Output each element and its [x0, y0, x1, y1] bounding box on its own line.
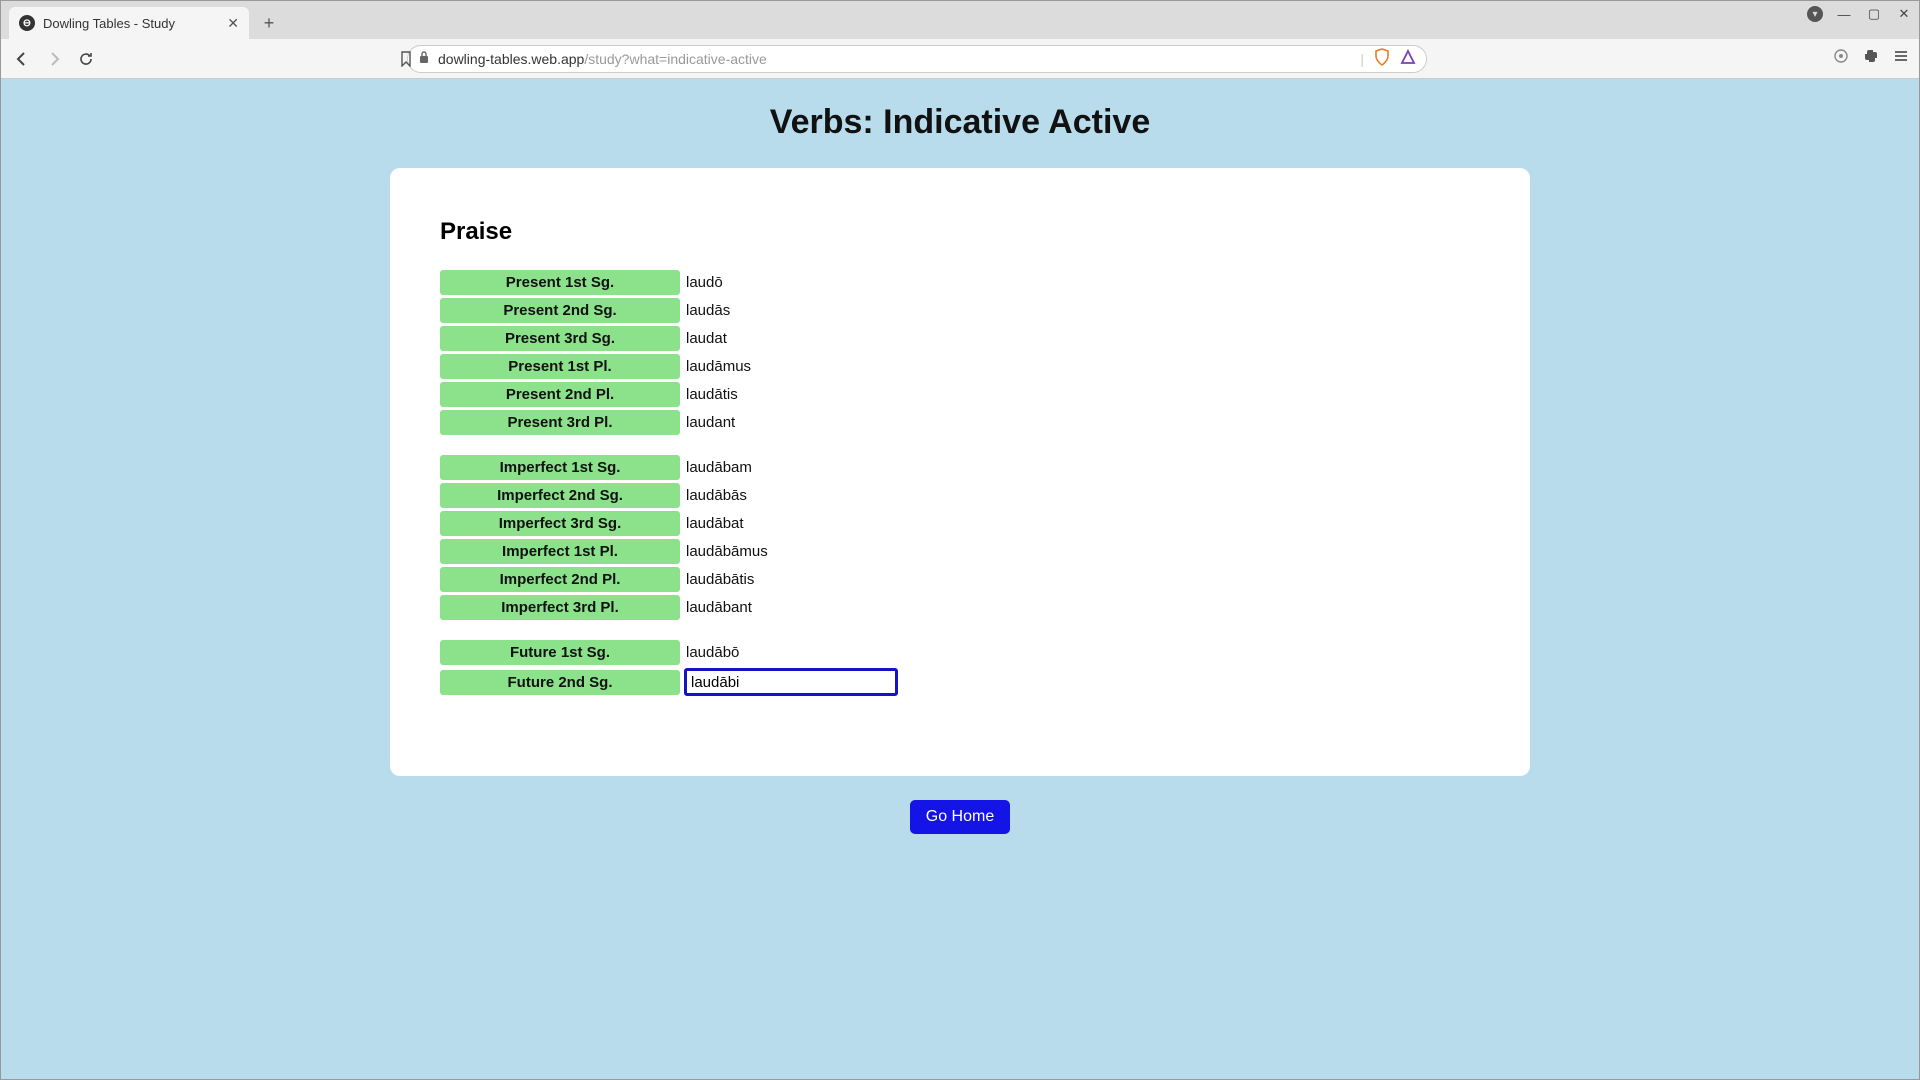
url-domain: dowling-tables.web.app	[438, 51, 584, 67]
back-icon[interactable]	[11, 48, 33, 70]
reload-icon[interactable]	[75, 48, 97, 70]
study-card: Praise Present 1st Sg.laudōPresent 2nd S…	[390, 168, 1530, 776]
row-value: laudās	[680, 302, 730, 319]
target-icon[interactable]	[1833, 48, 1849, 69]
row-label: Imperfect 2nd Sg.	[440, 483, 680, 508]
row-label: Imperfect 3rd Pl.	[440, 595, 680, 620]
row-value: laudat	[680, 330, 727, 347]
table-row: Imperfect 2nd Pl.laudābātis	[440, 567, 1480, 592]
browser-tab[interactable]: ⊖ Dowling Tables - Study ✕	[9, 7, 249, 39]
conjugation-group: Imperfect 1st Sg.laudābamImperfect 2nd S…	[440, 455, 1480, 620]
table-row: Present 3rd Pl.laudant	[440, 410, 1480, 435]
tab-bar: ⊖ Dowling Tables - Study ✕ + ▾ — ▢ ✕	[1, 1, 1919, 39]
row-label: Present 3rd Pl.	[440, 410, 680, 435]
table-row: Future 2nd Sg.	[440, 668, 1480, 696]
row-label: Imperfect 1st Sg.	[440, 455, 680, 480]
row-label: Present 1st Sg.	[440, 270, 680, 295]
table-row: Present 1st Pl.laudāmus	[440, 354, 1480, 379]
row-label: Present 3rd Sg.	[440, 326, 680, 351]
row-label: Present 2nd Pl.	[440, 382, 680, 407]
triangle-icon[interactable]	[1400, 49, 1416, 68]
row-label: Imperfect 2nd Pl.	[440, 567, 680, 592]
chevron-down-icon[interactable]: ▾	[1807, 6, 1823, 22]
table-row: Imperfect 3rd Pl.laudābant	[440, 595, 1480, 620]
conjugation-group: Present 1st Sg.laudōPresent 2nd Sg.laudā…	[440, 270, 1480, 435]
forward-icon	[43, 48, 65, 70]
address-input[interactable]: dowling-tables.web.app/study?what=indica…	[407, 45, 1427, 73]
row-label: Present 1st Pl.	[440, 354, 680, 379]
table-row: Present 2nd Sg.laudās	[440, 298, 1480, 323]
page-title: Verbs: Indicative Active	[770, 103, 1150, 142]
card-heading: Praise	[440, 218, 1480, 246]
extensions-icon[interactable]	[1863, 48, 1879, 69]
table-row: Present 3rd Sg.laudat	[440, 326, 1480, 351]
menu-icon[interactable]	[1893, 48, 1909, 69]
row-value: laudāmus	[680, 358, 751, 375]
row-value: laudābant	[680, 599, 752, 616]
table-row: Imperfect 3rd Sg.laudābat	[440, 511, 1480, 536]
table-row: Imperfect 1st Sg.laudābam	[440, 455, 1480, 480]
page-content: Verbs: Indicative Active Praise Present …	[1, 79, 1919, 1079]
window-close-icon[interactable]: ✕	[1895, 5, 1913, 23]
row-value: laudābam	[680, 459, 752, 476]
row-value: laudant	[680, 414, 735, 431]
row-label: Future 2nd Sg.	[440, 670, 680, 695]
new-tab-button[interactable]: +	[255, 9, 283, 37]
address-bar: dowling-tables.web.app/study?what=indica…	[1, 39, 1919, 79]
row-label: Present 2nd Sg.	[440, 298, 680, 323]
row-label: Imperfect 3rd Sg.	[440, 511, 680, 536]
table-row: Present 2nd Pl.laudātis	[440, 382, 1480, 407]
bookmark-icon[interactable]	[395, 48, 417, 70]
row-label: Imperfect 1st Pl.	[440, 539, 680, 564]
table-row: Present 1st Sg.laudō	[440, 270, 1480, 295]
table-row: Imperfect 1st Pl.laudābāmus	[440, 539, 1480, 564]
row-value: laudābātis	[680, 571, 754, 588]
maximize-icon[interactable]: ▢	[1865, 5, 1883, 23]
table-row: Future 1st Sg.laudābō	[440, 640, 1480, 665]
row-value: laudō	[680, 274, 723, 291]
lock-icon	[418, 50, 430, 67]
tab-favicon-icon: ⊖	[19, 15, 35, 31]
row-value: laudābō	[680, 644, 739, 661]
table-row: Imperfect 2nd Sg.laudābās	[440, 483, 1480, 508]
tab-title: Dowling Tables - Study	[43, 16, 219, 31]
go-home-button[interactable]: Go Home	[910, 800, 1010, 834]
minimize-icon[interactable]: —	[1835, 5, 1853, 23]
conjugation-group: Future 1st Sg.laudābōFuture 2nd Sg.	[440, 640, 1480, 696]
row-value: laudātis	[680, 386, 738, 403]
answer-input[interactable]	[684, 668, 898, 696]
shield-icon[interactable]	[1374, 48, 1390, 69]
row-value: laudābās	[680, 487, 747, 504]
row-label: Future 1st Sg.	[440, 640, 680, 665]
close-icon[interactable]: ✕	[227, 15, 239, 32]
url-path: /study?what=indicative-active	[584, 51, 767, 67]
row-value: laudābat	[680, 515, 744, 532]
row-value: laudābāmus	[680, 543, 768, 560]
